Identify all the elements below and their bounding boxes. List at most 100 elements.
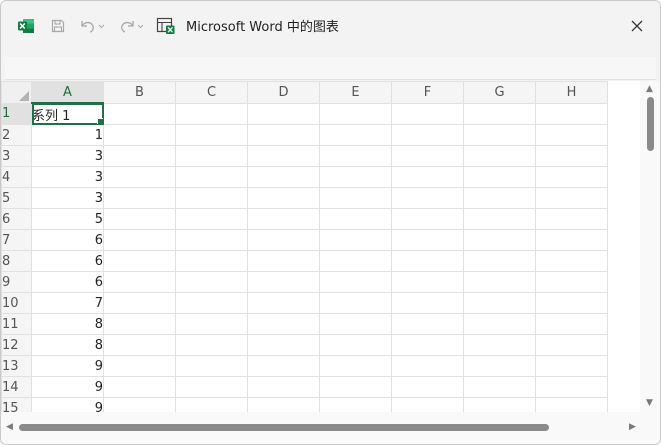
cell[interactable] (463, 397, 536, 412)
row-header[interactable]: 7 (1, 229, 32, 251)
cell[interactable] (463, 334, 536, 356)
cell[interactable] (175, 250, 248, 272)
row-header[interactable]: 14 (1, 376, 32, 398)
edit-data-in-excel-button[interactable] (154, 14, 178, 38)
cell[interactable] (535, 271, 608, 293)
cell[interactable] (103, 145, 176, 167)
select-all-corner[interactable] (1, 81, 32, 104)
cell[interactable] (463, 229, 536, 251)
cell[interactable] (463, 250, 536, 272)
cell[interactable] (535, 187, 608, 209)
cell[interactable] (535, 145, 608, 167)
cell[interactable] (175, 376, 248, 398)
vertical-scroll-thumb[interactable] (647, 97, 654, 151)
cell[interactable] (103, 397, 176, 412)
cell[interactable] (103, 292, 176, 314)
cell[interactable] (463, 355, 536, 377)
cell[interactable] (247, 376, 320, 398)
cell[interactable]: 9 (31, 397, 104, 412)
cell[interactable] (391, 166, 464, 188)
cell[interactable] (463, 166, 536, 188)
cell[interactable]: 7 (31, 292, 104, 314)
cell[interactable] (247, 187, 320, 209)
cell[interactable] (319, 166, 392, 188)
horizontal-scroll-thumb[interactable] (19, 424, 549, 431)
cell[interactable] (535, 124, 608, 146)
horizontal-scrollbar[interactable]: ◀ ▶ (1, 412, 660, 444)
cell[interactable] (103, 355, 176, 377)
cell[interactable] (247, 166, 320, 188)
cell[interactable] (103, 187, 176, 209)
column-header[interactable]: B (103, 81, 176, 104)
cell[interactable] (463, 145, 536, 167)
cell[interactable] (535, 229, 608, 251)
cell[interactable] (535, 313, 608, 335)
close-button[interactable] (623, 14, 651, 38)
cell[interactable]: 6 (31, 229, 104, 251)
cell[interactable] (319, 229, 392, 251)
cell[interactable] (103, 376, 176, 398)
row-header[interactable]: 6 (1, 208, 32, 230)
cell[interactable] (175, 124, 248, 146)
cell[interactable]: 1 (31, 124, 104, 146)
row-header[interactable]: 15 (1, 397, 32, 412)
cell[interactable]: 3 (31, 145, 104, 167)
cell[interactable]: 8 (31, 334, 104, 356)
cell[interactable] (391, 208, 464, 230)
cell[interactable] (319, 187, 392, 209)
row-header[interactable]: 11 (1, 313, 32, 335)
fill-handle[interactable] (97, 118, 103, 124)
column-header[interactable]: F (391, 81, 464, 104)
cell[interactable] (391, 397, 464, 412)
cell[interactable] (319, 145, 392, 167)
cell[interactable] (391, 229, 464, 251)
scroll-right-arrow-icon[interactable]: ▶ (629, 423, 636, 432)
cell[interactable] (247, 355, 320, 377)
cell[interactable] (319, 208, 392, 230)
cell[interactable] (391, 145, 464, 167)
cell[interactable]: 3 (31, 166, 104, 188)
cell[interactable]: 3 (31, 187, 104, 209)
cell[interactable] (175, 102, 248, 125)
scroll-left-arrow-icon[interactable]: ◀ (6, 423, 13, 432)
vertical-scrollbar[interactable]: ▲ ▼ (640, 81, 660, 412)
cell[interactable] (391, 250, 464, 272)
cell[interactable] (319, 292, 392, 314)
cell[interactable] (463, 187, 536, 209)
cell[interactable] (103, 208, 176, 230)
row-header[interactable]: 3 (1, 145, 32, 167)
cell[interactable] (391, 124, 464, 146)
cell[interactable] (535, 355, 608, 377)
cell[interactable] (247, 334, 320, 356)
cell[interactable] (175, 229, 248, 251)
cell[interactable] (103, 166, 176, 188)
cell[interactable] (319, 334, 392, 356)
cell[interactable]: 9 (31, 355, 104, 377)
cell[interactable] (535, 250, 608, 272)
row-header[interactable]: 13 (1, 355, 32, 377)
row-header[interactable]: 8 (1, 250, 32, 272)
spreadsheet-grid[interactable]: A B C D E F G H 1 系列 1 2 1 3 3 4 3 5 3 6… (1, 81, 660, 412)
cell[interactable] (463, 292, 536, 314)
cell[interactable] (103, 334, 176, 356)
cell[interactable] (391, 187, 464, 209)
row-header[interactable]: 2 (1, 124, 32, 146)
column-header[interactable]: C (175, 81, 248, 104)
cell[interactable] (391, 271, 464, 293)
row-header[interactable]: 1 (1, 102, 32, 125)
scroll-down-arrow-icon[interactable]: ▼ (646, 399, 653, 408)
cell[interactable] (103, 250, 176, 272)
cell[interactable] (247, 250, 320, 272)
cell[interactable] (175, 166, 248, 188)
cell[interactable] (175, 145, 248, 167)
cell[interactable]: 8 (31, 313, 104, 335)
cell[interactable] (535, 166, 608, 188)
cell[interactable] (319, 376, 392, 398)
cell[interactable]: 6 (31, 250, 104, 272)
cell[interactable] (247, 102, 320, 125)
cell[interactable] (103, 229, 176, 251)
cell[interactable]: 5 (31, 208, 104, 230)
cell[interactable] (535, 208, 608, 230)
cell[interactable] (103, 271, 176, 293)
cell[interactable] (103, 124, 176, 146)
